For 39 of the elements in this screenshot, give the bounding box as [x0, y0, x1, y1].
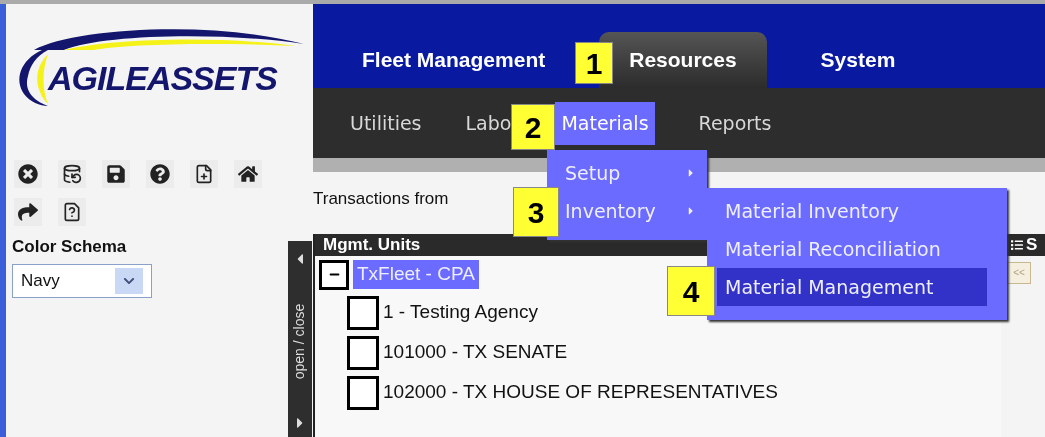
- menu-item[interactable]: Setup: [560, 154, 707, 192]
- help-file-icon[interactable]: [58, 198, 86, 226]
- callout-badge: 4: [667, 266, 715, 316]
- sub-nav-item[interactable]: Materials: [555, 101, 655, 145]
- menu-item[interactable]: Material Inventory: [717, 192, 987, 230]
- checkbox[interactable]: [347, 335, 379, 370]
- callout-badge: 1: [575, 42, 613, 84]
- callout-badge: 2: [511, 104, 555, 150]
- menu-item[interactable]: Material Management: [717, 268, 987, 306]
- add-file-icon[interactable]: [190, 160, 218, 188]
- menu-item[interactable]: Material Reconciliation: [717, 230, 987, 268]
- dropdown-icon: [115, 267, 143, 294]
- checkbox[interactable]: [347, 295, 379, 330]
- tree-item[interactable]: 1 - Testing Agency: [383, 298, 538, 327]
- logo-text: AGILEASSETS: [48, 57, 277, 99]
- checkbox[interactable]: [347, 375, 379, 410]
- nav-tab[interactable]: System: [816, 32, 900, 88]
- menu-item[interactable]: Inventory: [560, 192, 707, 230]
- list-icon: [1011, 238, 1023, 251]
- tree-item[interactable]: 102000 - TX HOUSE OF REPRESENTATIVES: [383, 378, 778, 407]
- sub-nav-item[interactable]: Labo: [465, 101, 512, 145]
- help-icon[interactable]: [146, 160, 174, 188]
- save-icon[interactable]: [102, 160, 130, 188]
- panel-toggle[interactable]: open / close: [288, 241, 312, 437]
- sub-nav-item[interactable]: Utilities: [350, 101, 422, 145]
- nav-tab[interactable]: Fleet Management: [358, 32, 550, 88]
- share-icon[interactable]: [14, 198, 42, 226]
- tree-title: Mgmt. Units: [323, 233, 421, 256]
- sub-nav-item[interactable]: Reports: [698, 101, 772, 145]
- collapse-toggle[interactable]: [319, 259, 349, 290]
- color-schema-label: Color Schema: [12, 236, 127, 258]
- side-panel-title: S: [1026, 233, 1038, 256]
- transactions-label: Transactions from: [313, 188, 449, 210]
- home-icon[interactable]: [234, 160, 262, 188]
- close-icon[interactable]: [14, 160, 42, 188]
- callout-badge: 3: [513, 187, 559, 237]
- color-schema-select[interactable]: Navy: [12, 263, 152, 298]
- tree-item[interactable]: 101000 - TX SENATE: [383, 338, 568, 367]
- tree-item[interactable]: TxFleet - CPA: [353, 260, 479, 289]
